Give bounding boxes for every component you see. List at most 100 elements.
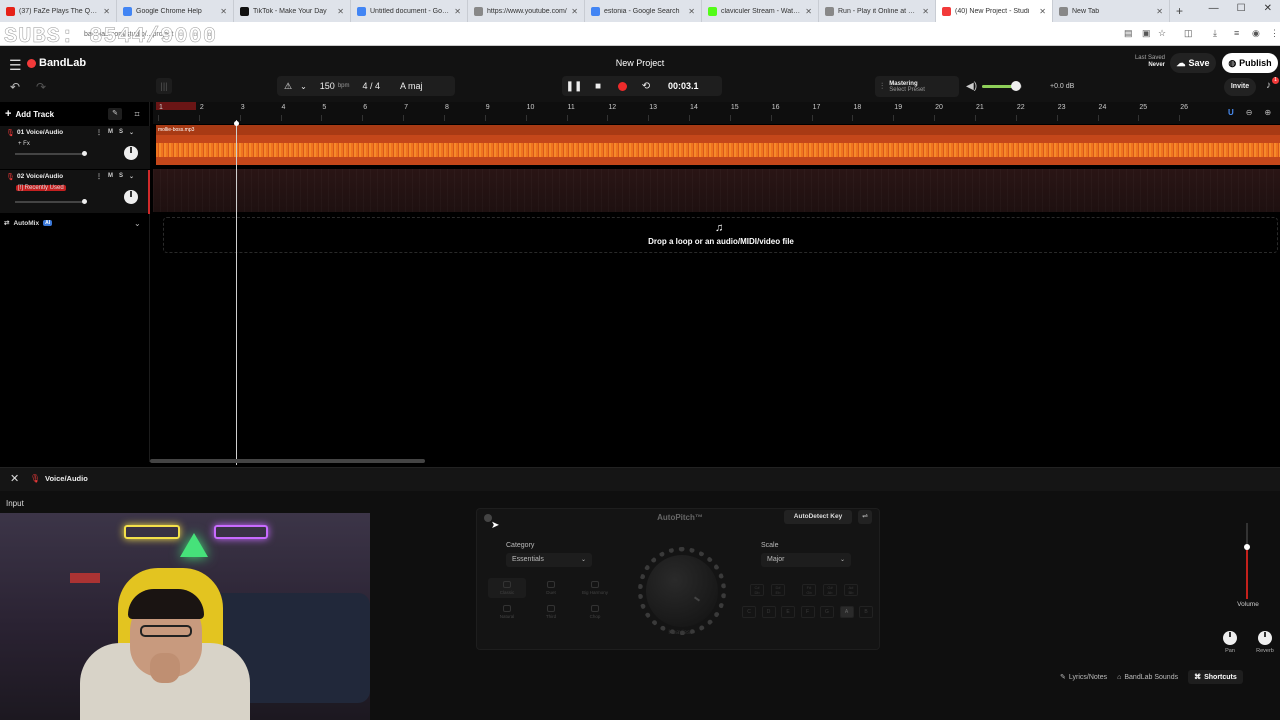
redo-icon[interactable]: ↷ <box>36 80 46 94</box>
mastering-preset-button[interactable]: ⫶ Mastering Select Preset <box>875 76 959 97</box>
tab-close-icon[interactable]: ✕ <box>922 7 929 16</box>
bookmark-star-icon[interactable]: ☆ <box>1158 28 1166 39</box>
chevron-down-icon[interactable]: ⌄ <box>129 173 134 180</box>
loop-icon[interactable]: ⟲ <box>634 81 658 92</box>
record-button[interactable] <box>610 81 634 91</box>
chevron-down-icon[interactable]: ⌄ <box>129 129 134 136</box>
stop-icon[interactable]: ■ <box>586 81 610 92</box>
tab-search-icon[interactable]: ≡ <box>1234 28 1239 38</box>
undo-icon[interactable]: ↶ <box>10 80 20 94</box>
cast-icon[interactable]: ▣ <box>1142 28 1151 39</box>
zoom-in-icon[interactable]: ⊕ <box>1264 108 1271 117</box>
browser-tab[interactable]: claviculer Stream - Watch L ✕ <box>702 0 819 22</box>
preset-button[interactable]: Third <box>532 602 570 622</box>
mute-button[interactable]: M <box>108 129 113 136</box>
preset-button[interactable]: Natural <box>488 602 526 622</box>
browser-tab[interactable]: https://www.youtube.com/ ✕ <box>468 0 585 22</box>
tab-close-icon[interactable]: ✕ <box>1039 7 1046 16</box>
browser-tab[interactable]: (40) New Project - Studi ✕ <box>936 0 1053 22</box>
scale-key[interactable]: A <box>839 606 854 618</box>
pencil-tool-icon[interactable]: ✎ <box>108 108 122 120</box>
profile-icon[interactable]: ◉ <box>1252 28 1260 39</box>
menu-dots-icon[interactable]: ⋮ <box>1270 28 1279 39</box>
scale-key[interactable]: C <box>742 606 756 618</box>
scale-select[interactable]: Major ⌄ <box>761 553 851 567</box>
preset-button[interactable]: Chop <box>576 602 614 622</box>
maximize-icon[interactable]: ☐ <box>1237 3 1246 14</box>
pan-knob[interactable] <box>1223 631 1237 645</box>
track-volume-knob[interactable] <box>82 199 87 204</box>
chevron-down-icon[interactable]: ⌄ <box>134 219 141 228</box>
tab-close-icon[interactable]: ✕ <box>337 7 344 16</box>
publish-button[interactable]: ◍ Publish <box>1222 53 1278 73</box>
reverb-knob[interactable] <box>1258 631 1272 645</box>
browser-tab[interactable]: Run - Play it Online at Cool ✕ <box>819 0 936 22</box>
playhead[interactable] <box>236 120 237 465</box>
track-options-icon[interactable]: ⋮ <box>96 173 102 180</box>
autopitch-knob[interactable] <box>646 555 718 627</box>
project-title[interactable]: New Project <box>560 58 720 68</box>
scale-key[interactable]: G <box>820 606 834 618</box>
bandlab-sounds-button[interactable]: ⌂ BandLab Sounds <box>1117 674 1178 681</box>
audio-clip[interactable] <box>156 125 1280 165</box>
autodetect-key-button[interactable]: AutoDetect Key <box>784 510 852 524</box>
scale-key[interactable]: G# Ab <box>823 584 837 596</box>
sidepanel-icon[interactable]: ◫ <box>1184 28 1193 39</box>
browser-tab[interactable]: Untitled document - Google ✕ <box>351 0 468 22</box>
bandlab-logo[interactable]: BandLab <box>27 57 86 69</box>
track-header[interactable]: 🎙 01 Voice/Audio ⋮ M S ⌄ + Fx <box>0 126 150 170</box>
track-pan-knob[interactable] <box>124 146 138 160</box>
category-select[interactable]: Essentials ⌄ <box>506 553 592 567</box>
chevron-down-icon[interactable]: ⌄ <box>300 82 307 91</box>
playhead-handle[interactable] <box>234 121 239 126</box>
automix-row[interactable]: ⇄ AutoMix AI <box>4 219 53 227</box>
track-options-icon[interactable]: ⋮ <box>96 129 102 136</box>
magnet-snap-icon[interactable]: U <box>1228 108 1234 117</box>
horizontal-scrollbar[interactable] <box>150 459 425 463</box>
preset-button[interactable]: Big Harmony <box>576 578 614 598</box>
scale-key[interactable]: F <box>800 606 815 618</box>
fx-preset-badge[interactable]: [!] Recently Used <box>16 185 66 191</box>
fx-button[interactable]: + Fx <box>16 141 32 147</box>
scale-key[interactable]: C# Db <box>750 584 764 596</box>
tab-close-icon[interactable]: ✕ <box>454 7 461 16</box>
track-header[interactable]: 🎙 02 Voice/Audio ⋮ M S ⌄ [!] Recently Used <box>0 170 150 214</box>
track-volume-knob[interactable] <box>82 151 87 156</box>
solo-button[interactable]: S <box>119 173 123 180</box>
grid-snap-icon[interactable]: ⌗ <box>130 108 144 120</box>
metronome-icon[interactable]: ⚠ <box>284 81 292 92</box>
preset-button[interactable]: Duet <box>532 578 570 598</box>
notification-bell-icon[interactable]: ♪ 1 <box>1266 77 1279 91</box>
scale-key[interactable]: A# Bb <box>844 584 858 596</box>
sliders-icon[interactable]: ⇌ <box>858 510 872 524</box>
invite-button[interactable]: Invite <box>1224 78 1256 96</box>
tab-close-icon[interactable]: ✕ <box>103 7 110 16</box>
tab-close-icon[interactable]: ✕ <box>571 7 578 16</box>
track-volume-slider[interactable] <box>15 199 87 204</box>
extension-icon[interactable]: ▤ <box>1124 28 1133 39</box>
browser-tab[interactable]: TikTok - Make Your Day ✕ <box>234 0 351 22</box>
scale-key[interactable]: D# Eb <box>771 584 785 596</box>
scale-key[interactable]: D <box>761 606 776 618</box>
browser-tab[interactable]: New Tab ✕ <box>1053 0 1170 22</box>
close-window-icon[interactable]: ✕ <box>1264 3 1272 14</box>
save-button[interactable]: ☁ Save <box>1170 53 1216 73</box>
close-icon[interactable]: ✕ <box>10 472 19 485</box>
browser-tab[interactable]: (37) FaZe Plays The Quiet Pl✕ <box>0 0 117 22</box>
scale-key[interactable]: B <box>859 606 873 618</box>
track-lane-2[interactable] <box>153 169 1280 212</box>
tab-close-icon[interactable]: ✕ <box>805 7 812 16</box>
shortcuts-button[interactable]: ⌘ Shortcuts <box>1188 670 1243 684</box>
scale-key[interactable]: F# Gb <box>802 584 816 596</box>
clip-header[interactable] <box>156 125 1280 135</box>
add-track-button[interactable]: + Add Track <box>5 108 54 120</box>
track-pan-knob[interactable] <box>124 190 138 204</box>
solo-button[interactable]: S <box>119 129 123 136</box>
tab-close-icon[interactable]: ✕ <box>220 7 227 16</box>
tab-close-icon[interactable]: ✕ <box>1156 7 1163 16</box>
track-name[interactable]: 01 Voice/Audio <box>17 129 63 136</box>
hamburger-menu-icon[interactable]: ☰ <box>9 57 22 74</box>
bpm-value[interactable]: 150 <box>320 81 335 91</box>
preset-button[interactable]: Classic <box>488 578 526 598</box>
minimize-icon[interactable]: — <box>1209 3 1219 14</box>
